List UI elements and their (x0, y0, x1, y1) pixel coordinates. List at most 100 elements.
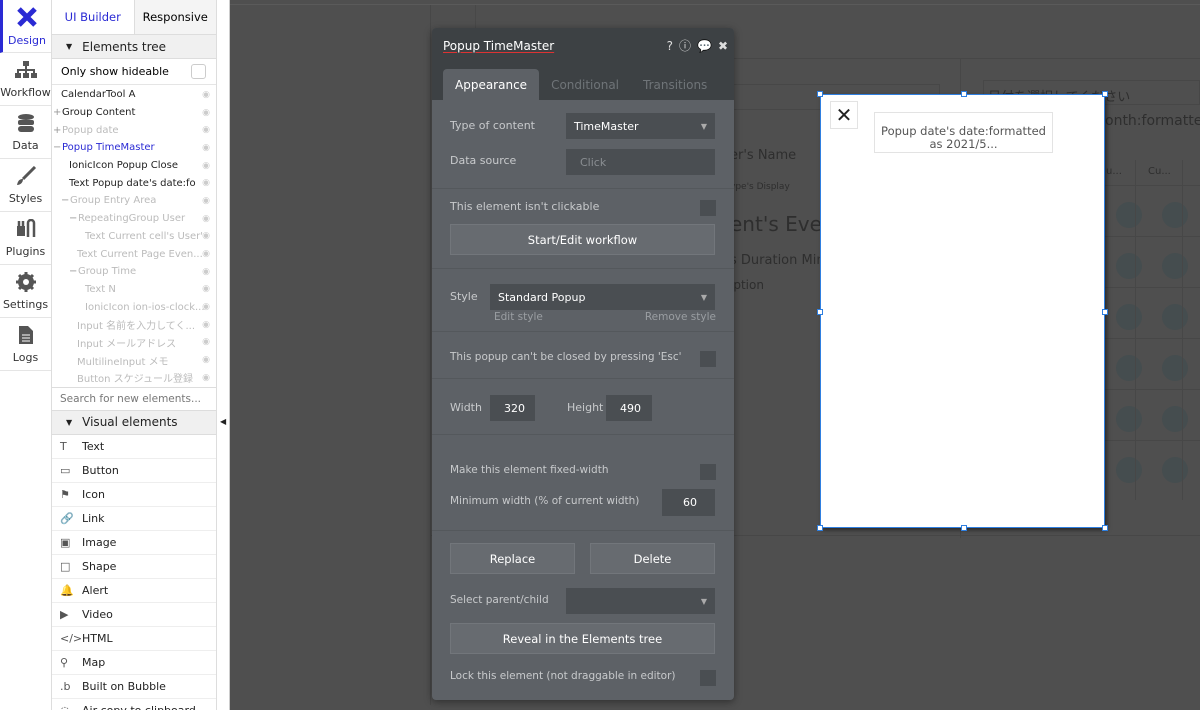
tree-item[interactable]: Button スケジュール登録 ◉ (52, 369, 216, 387)
collapse-arrow-icon[interactable]: ◀ (220, 417, 226, 426)
resize-handle[interactable] (1102, 525, 1108, 531)
tree-item[interactable]: Text Current Page Even... ◉ (52, 245, 216, 263)
visual-element-image[interactable]: ▣ Image (52, 531, 216, 555)
comment-icon[interactable]: 💬 (697, 39, 712, 53)
rail-item-logs[interactable]: Logs (0, 318, 51, 371)
eye-icon[interactable]: ◉ (202, 284, 210, 294)
eye-icon[interactable]: ◉ (202, 143, 210, 153)
select-parent-dropdown[interactable]: ▼ (566, 588, 715, 614)
rail-item-settings[interactable]: Settings (0, 265, 51, 318)
collapse-icon[interactable]: − (53, 142, 62, 153)
eye-icon[interactable]: ◉ (202, 355, 210, 365)
popup-timemaster[interactable]: ✕ Popup date's date:formatted as 2021/5.… (820, 94, 1105, 528)
tree-item[interactable]: + Popup date ◉ (52, 121, 216, 139)
height-input[interactable]: 490 (606, 395, 652, 421)
elements-tree-header[interactable]: ▼ Elements tree (52, 35, 216, 59)
tab-transitions[interactable]: Transitions (631, 69, 719, 100)
remove-style-link[interactable]: Remove style (645, 311, 716, 323)
only-hideable-checkbox[interactable] (191, 64, 206, 79)
tree-item[interactable]: Input 名前を入力してく... ◉ (52, 316, 216, 334)
fixed-width-checkbox[interactable] (700, 464, 716, 480)
tab-conditional[interactable]: Conditional (539, 69, 631, 100)
visual-element-button[interactable]: ▭ Button (52, 459, 216, 483)
min-width-input[interactable]: 60 (662, 489, 715, 516)
tree-item[interactable]: + Group Content ◉ (52, 104, 216, 122)
eye-icon[interactable]: ◉ (202, 249, 210, 259)
help-icon[interactable]: ? (667, 39, 673, 53)
panel-collapse-gutter[interactable]: ◀ (217, 0, 230, 710)
tab-responsive[interactable]: Responsive (133, 0, 216, 34)
close-icon[interactable]: ✖ (718, 39, 728, 53)
esc-checkbox[interactable] (700, 351, 716, 367)
visual-element-html[interactable]: </> HTML (52, 627, 216, 651)
tree-item[interactable]: − Group Time ◉ (52, 263, 216, 281)
resize-handle[interactable] (961, 91, 967, 97)
tree-item[interactable]: MultilineInput メモ ◉ (52, 351, 216, 369)
reveal-in-tree-button[interactable]: Reveal in the Elements tree (450, 623, 715, 654)
eye-icon[interactable]: ◉ (202, 161, 210, 171)
eye-icon[interactable]: ◉ (202, 90, 210, 100)
visual-element-shape[interactable]: □ Shape (52, 555, 216, 579)
collapse-icon[interactable]: − (69, 266, 78, 277)
tree-item[interactable]: IonicIcon Popup Close ◉ (52, 157, 216, 175)
expand-icon[interactable]: + (53, 107, 62, 118)
width-input[interactable]: 320 (490, 395, 535, 421)
style-dropdown[interactable]: Standard Popup ▼ (490, 284, 715, 310)
delete-button[interactable]: Delete (590, 543, 715, 574)
visual-element-alert[interactable]: 🔔 Alert (52, 579, 216, 603)
replace-button[interactable]: Replace (450, 543, 575, 574)
eye-icon[interactable]: ◉ (202, 302, 210, 312)
visual-element-text[interactable]: T Text (52, 435, 216, 459)
eye-icon[interactable]: ◉ (202, 196, 210, 206)
rail-item-design[interactable]: Design (0, 0, 51, 53)
resize-handle[interactable] (817, 91, 823, 97)
visual-elements-header[interactable]: ▼ Visual elements (52, 410, 216, 435)
info-icon[interactable]: ⓘ (679, 39, 691, 53)
tree-item[interactable]: Text Current cell's User' ◉ (52, 228, 216, 246)
not-clickable-checkbox[interactable] (700, 200, 716, 216)
resize-handle[interactable] (1102, 91, 1108, 97)
rail-item-data[interactable]: Data (0, 106, 51, 159)
search-elements-input[interactable]: Search for new elements... (52, 386, 216, 411)
eye-icon[interactable]: ◉ (202, 373, 210, 383)
visual-element-air-copy-to-clipboard[interactable]: ◌Air copy to clipboard (52, 699, 216, 710)
tree-item[interactable]: IonicIcon ion-ios-clock... ◉ (52, 298, 216, 316)
popup-date-text[interactable]: Popup date's date:formatted as 2021/5... (874, 112, 1053, 153)
rail-item-plugins[interactable]: Plugins (0, 212, 51, 265)
start-edit-workflow-button[interactable]: Start/Edit workflow (450, 224, 715, 255)
visual-element-icon[interactable]: ⚑ Icon (52, 483, 216, 507)
visual-element-map[interactable]: ⚲ Map (52, 651, 216, 675)
eye-icon[interactable]: ◉ (202, 267, 210, 277)
tree-item[interactable]: − Group Entry Area ◉ (52, 192, 216, 210)
expand-icon[interactable]: + (53, 125, 62, 136)
edit-style-link[interactable]: Edit style (494, 311, 543, 323)
tree-item[interactable]: − RepeatingGroup User ◉ (52, 210, 216, 228)
eye-icon[interactable]: ◉ (202, 178, 210, 188)
visual-element-video[interactable]: ▶ Video (52, 603, 216, 627)
tree-item[interactable]: Text N ◉ (52, 281, 216, 299)
eye-icon[interactable]: ◉ (202, 231, 210, 241)
resize-handle[interactable] (817, 525, 823, 531)
eye-icon[interactable]: ◉ (202, 214, 210, 224)
rail-item-styles[interactable]: Styles (0, 159, 51, 212)
resize-handle[interactable] (817, 309, 823, 315)
tree-item[interactable]: CalendarTool A ◉ (52, 86, 216, 104)
eye-icon[interactable]: ◉ (202, 337, 210, 347)
visual-element-built-on-bubble[interactable]: .b Built on Bubble (52, 675, 216, 699)
eye-icon[interactable]: ◉ (202, 125, 210, 135)
close-icon[interactable]: ✕ (830, 101, 858, 129)
eye-icon[interactable]: ◉ (202, 108, 210, 118)
collapse-icon[interactable]: − (61, 195, 70, 206)
visual-element-link[interactable]: 🔗 Link (52, 507, 216, 531)
data-source-field[interactable]: Click (566, 149, 715, 175)
type-of-content-dropdown[interactable]: TimeMaster ▼ (566, 113, 715, 139)
resize-handle[interactable] (961, 525, 967, 531)
tab-appearance[interactable]: Appearance (443, 69, 540, 100)
tree-item[interactable]: − Popup TimeMaster ◉ (52, 139, 216, 157)
collapse-icon[interactable]: − (69, 213, 78, 224)
tree-item[interactable]: Input メールアドレス ◉ (52, 334, 216, 352)
eye-icon[interactable]: ◉ (202, 320, 210, 330)
resize-handle[interactable] (1102, 309, 1108, 315)
lock-checkbox[interactable] (700, 670, 716, 686)
tree-item[interactable]: Text Popup date's date:fo ◉ (52, 174, 216, 192)
